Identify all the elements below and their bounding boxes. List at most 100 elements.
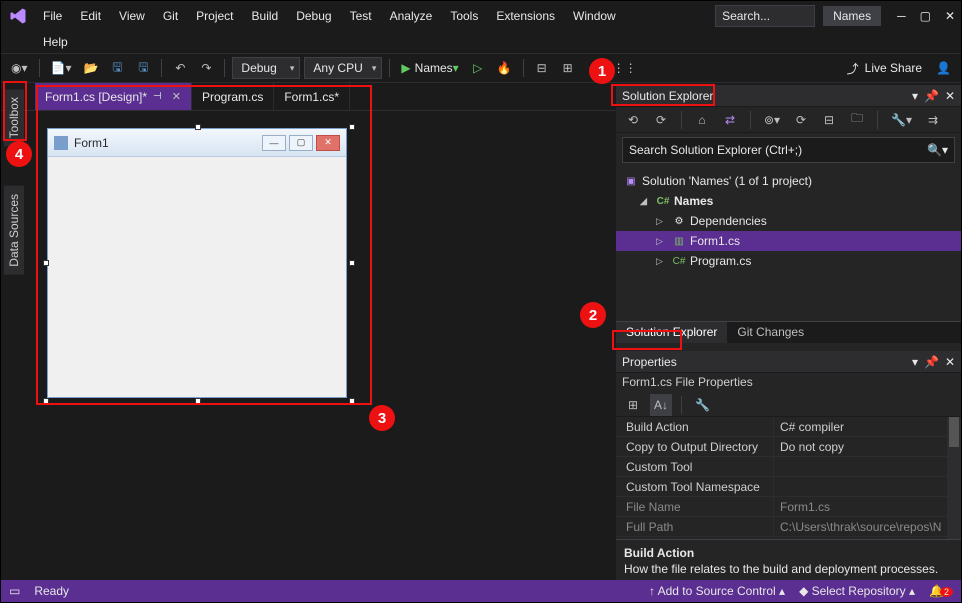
se-prop-icon[interactable]: 🔧▾ [887,109,916,131]
menu-test[interactable]: Test [342,5,380,27]
status-ready: Ready [34,584,69,598]
menu-edit[interactable]: Edit [72,5,109,27]
scroll-thumb[interactable] [949,417,959,447]
resize-handle[interactable] [349,124,355,130]
undo-icon[interactable]: ↶ [169,57,191,79]
tool-icon-2[interactable]: ⊞ [557,57,579,79]
se-refresh-icon[interactable]: ⟳ [790,109,812,131]
doc-tab[interactable]: Form1.cs [Design]*⊣✕ [35,83,192,110]
redo-icon[interactable]: ↷ [195,57,217,79]
se-preview-icon[interactable]: ⇉ [922,109,944,131]
se-back-icon[interactable]: ⟲ [622,109,644,131]
menu-view[interactable]: View [111,5,153,27]
menu-build[interactable]: Build [244,5,287,27]
se-fwd-icon[interactable]: ⟳ [650,109,672,131]
source-control-button[interactable]: ↑ Add to Source Control ▴ [649,584,785,598]
resize-handle[interactable] [349,260,355,266]
account-icon[interactable]: 👤 [932,57,955,79]
notifications-icon[interactable]: 🔔2 [929,584,953,598]
tree-program[interactable]: ▷C#Program.cs [616,251,961,271]
tree-solution[interactable]: ▣Solution 'Names' (1 of 1 project) [616,171,961,191]
close-icon[interactable]: ✕ [945,355,955,369]
menu-tools[interactable]: Tools [442,5,486,27]
property-row[interactable]: Copy to Output DirectoryDo not copy [616,437,961,457]
resize-handle[interactable] [43,398,49,404]
categorized-icon[interactable]: ⊞ [622,394,644,416]
resize-handle[interactable] [195,124,201,130]
doc-tab[interactable]: Form1.cs* [274,83,350,110]
expand-icon[interactable]: ▷ [656,216,668,227]
open-icon[interactable]: 📂 [79,57,102,79]
project-name[interactable]: Names [823,6,881,26]
platform-select[interactable]: Any CPU [304,57,382,79]
property-row[interactable]: File NameForm1.cs [616,497,961,517]
property-row[interactable]: Custom Tool [616,457,961,477]
pin-icon[interactable]: ⊣ [153,91,162,102]
wrench-icon[interactable]: 🔧 [691,394,714,416]
tool-icon-3[interactable]: ↔ [583,57,605,79]
vs-logo-icon [7,5,29,27]
resize-handle[interactable] [195,398,201,404]
scrollbar[interactable] [947,417,961,539]
search-input[interactable]: Search... [715,5,815,27]
property-row[interactable]: Build ActionC# compiler [616,417,961,437]
pin-icon[interactable]: 📌 [924,355,939,369]
repo-button[interactable]: ◆ Select Repository ▴ [799,584,915,598]
minimize-icon[interactable]: ─ [897,9,906,23]
pane-tab[interactable]: Solution Explorer [616,322,727,343]
property-row[interactable]: Full PathC:\Users\thrak\source\repos\N [616,517,961,537]
menu-file[interactable]: File [35,5,70,27]
panel-menu-icon[interactable]: ▾ [912,89,918,103]
resize-handle[interactable] [43,260,49,266]
nav-back-icon[interactable]: ◉▾ [7,57,32,79]
form-designer[interactable]: Form1 — ▢ ✕ [39,120,604,550]
alpha-icon[interactable]: A↓ [650,394,672,416]
close-icon[interactable]: ✕ [172,90,181,103]
se-sync-icon[interactable]: ⊚▾ [760,109,784,131]
close-icon[interactable]: ✕ [945,89,955,103]
menu-window[interactable]: Window [565,5,624,27]
doc-tab[interactable]: Program.cs [192,83,274,110]
save-all-icon[interactable]: 🖫 [132,57,154,79]
expand-icon[interactable]: ▷ [656,256,668,267]
save-icon[interactable]: 🖫 [106,57,128,79]
se-showall-icon[interactable]: 🗀 [846,109,868,131]
start-nodebug-icon[interactable]: ▷ [467,57,489,79]
form-max-icon: ▢ [289,135,313,151]
tree-dependencies[interactable]: ▷⚙Dependencies [616,211,961,231]
tree-form1[interactable]: ▷▥Form1.cs [616,231,961,251]
menu-debug[interactable]: Debug [288,5,339,27]
menu-extensions[interactable]: Extensions [488,5,563,27]
search-icon: 🔍▾ [927,143,948,157]
side-tab-toolbox[interactable]: Toolbox [4,89,24,146]
form-body[interactable] [48,157,346,397]
config-select[interactable]: Debug [232,57,300,79]
deps-icon: ⚙ [672,214,686,228]
maximize-icon[interactable]: ▢ [920,9,931,23]
se-home-icon[interactable]: ⌂ [691,109,713,131]
tree-project[interactable]: ◢C#Names [616,191,961,211]
pin-icon[interactable]: 📌 [924,89,939,103]
menu-project[interactable]: Project [188,5,241,27]
se-collapse-icon[interactable]: ⊟ [818,109,840,131]
start-button[interactable]: ▶ Names ▾ [397,57,462,79]
se-switch-icon[interactable]: ⇄ [719,109,741,131]
menu-analyze[interactable]: Analyze [382,5,441,27]
new-item-icon[interactable]: 📄▾ [47,57,76,79]
expand-icon[interactable]: ▷ [656,236,668,247]
property-row[interactable]: Custom Tool Namespace [616,477,961,497]
panel-menu-icon[interactable]: ▾ [912,355,918,369]
collapse-icon[interactable]: ◢ [640,196,652,207]
se-search-input[interactable]: Search Solution Explorer (Ctrl+;)🔍▾ [622,137,955,163]
pane-tab[interactable]: Git Changes [727,322,814,343]
resize-handle[interactable] [349,398,355,404]
tool-icon-1[interactable]: ⊟ [531,57,553,79]
close-icon[interactable]: ✕ [945,9,955,23]
side-tab-data-sources[interactable]: Data Sources [4,186,24,275]
hot-reload-icon[interactable]: 🔥 [493,57,516,79]
tool-icon-4[interactable]: ⋮⋮ [609,57,641,79]
live-share-button[interactable]: ⤴Live Share [841,60,928,77]
form-preview[interactable]: Form1 — ▢ ✕ [47,128,347,398]
menu-help[interactable]: Help [35,31,76,53]
menu-git[interactable]: Git [155,5,186,27]
